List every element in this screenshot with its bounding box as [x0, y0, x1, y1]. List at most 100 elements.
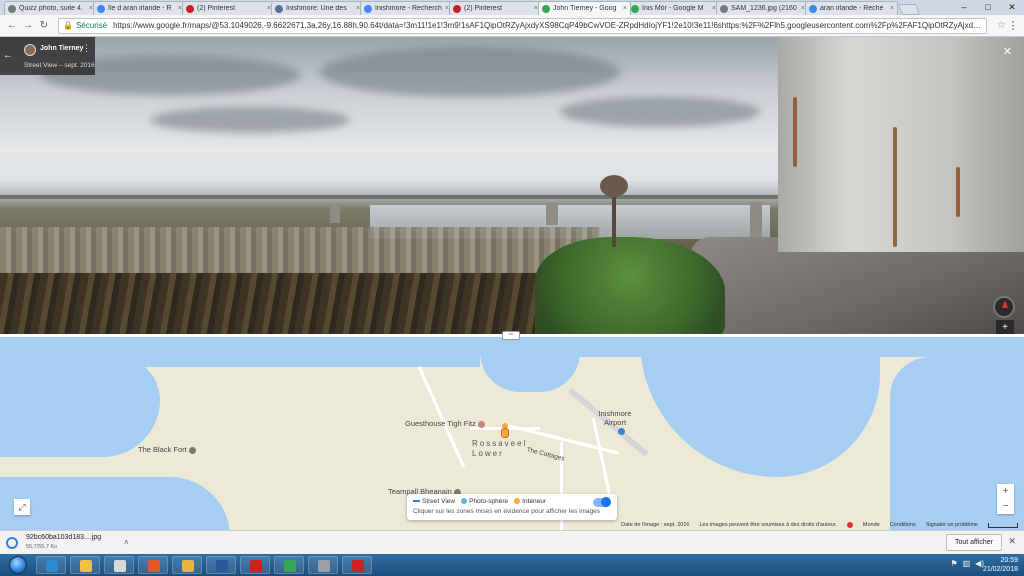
clock[interactable]: 20:59 21/02/2018	[983, 556, 1018, 574]
image-date: Date de l'image : sept. 2016	[621, 522, 690, 528]
photosphere-dot-icon	[461, 498, 468, 505]
avatar[interactable]	[24, 44, 36, 56]
stone-marker	[330, 205, 340, 223]
chevron-up-icon[interactable]: ˄	[124, 538, 129, 547]
download-shelf: 92bc60ba103d183....jpg 55,7/55,7 Ko ˄ To…	[0, 530, 1024, 554]
antivirus-icon	[352, 560, 364, 572]
zoom-out-icon[interactable]: −	[997, 499, 1014, 514]
maximize-button[interactable]: □	[976, 0, 1000, 15]
network-icon[interactable]: ▥	[963, 559, 971, 568]
street-view-panorama[interactable]: ← John Tierney ⋮ Street View – sept. 201…	[0, 37, 1024, 334]
ie-icon	[46, 560, 58, 572]
download-item[interactable]: 92bc60ba103d183....jpg 55,7/55,7 Ko ˄	[6, 533, 129, 553]
notepad-icon	[114, 560, 126, 572]
acrobat-icon	[250, 560, 262, 572]
stone-marker	[750, 202, 762, 238]
resize-handle[interactable]: ═	[502, 331, 520, 340]
close-icon[interactable]: ✕	[1008, 536, 1016, 547]
street-view-line-icon	[413, 500, 420, 503]
tab-9[interactable]: aran irlande - Reche ×	[805, 1, 898, 15]
terms-link[interactable]: Conditions	[890, 522, 916, 528]
favicon-icon	[809, 4, 817, 13]
close-window-button[interactable]: ✕	[1000, 0, 1024, 15]
report-flag-icon[interactable]	[846, 522, 853, 528]
secure-label: Sécurisé	[75, 21, 108, 30]
stone-marker	[546, 203, 558, 225]
favicon-icon	[364, 4, 372, 13]
taskbar-app-acrobat[interactable]	[240, 556, 270, 574]
more-options-icon[interactable]: ⋮	[82, 43, 91, 54]
airport-label[interactable]: Inishmore Airport	[590, 409, 640, 427]
tab-close-icon[interactable]: ×	[623, 5, 627, 12]
taskbar-app-word[interactable]	[206, 556, 236, 574]
pegman-icon[interactable]	[499, 423, 511, 439]
start-button[interactable]	[4, 556, 32, 574]
tab-2[interactable]: (2) Pinterest ×	[182, 1, 275, 15]
tab-title: John Tierney - Goog	[553, 5, 617, 12]
tab-title: Quizz photo, suite 4.	[19, 5, 83, 12]
interior-dot-icon	[514, 498, 521, 505]
forward-arrow-icon[interactable]: →	[20, 20, 36, 31]
explorer-icon	[80, 560, 92, 572]
flag-icon[interactable]: ⚑	[950, 559, 957, 568]
favicon-icon	[542, 4, 550, 13]
taskbar-app-folder[interactable]	[172, 556, 202, 574]
taskbar-app-explorer[interactable]	[70, 556, 100, 574]
taskbar-app-media[interactable]	[138, 556, 168, 574]
tab-title: Inishmore: Une des	[286, 5, 347, 12]
favicon-icon	[186, 4, 194, 13]
url-input[interactable]: 🔒 Sécurisé https://www.google.fr/maps/@5…	[58, 17, 988, 34]
street-view-layer-toggle[interactable]	[593, 497, 611, 507]
author-name[interactable]: John Tierney	[40, 45, 83, 52]
map-label-black-fort[interactable]: The Black Fort	[138, 445, 196, 454]
layer-hint: Cliquer sur les zones mises en évidence …	[413, 508, 601, 515]
tab-4[interactable]: Inishmore - Recherch ×	[360, 1, 453, 15]
road	[417, 366, 466, 468]
word-icon	[216, 560, 228, 572]
back-arrow-icon[interactable]: ←	[4, 20, 20, 31]
show-all-downloads-button[interactable]: Tout afficher	[945, 534, 1002, 551]
cloud	[560, 97, 760, 127]
landmark-icon	[188, 446, 196, 454]
tab-6[interactable]: John Tierney - Goog ×	[538, 1, 631, 15]
map-label-guesthouse[interactable]: Guesthouse Tigh Fitz	[405, 419, 485, 428]
favicon-icon	[97, 4, 105, 13]
tab-1[interactable]: île d aran irlande - R ×	[93, 1, 186, 15]
tab-5[interactable]: (2) Pinterest ×	[449, 1, 542, 15]
tab-close-icon[interactable]: ×	[890, 5, 894, 12]
close-icon[interactable]: ✕	[1003, 45, 1012, 58]
report-link[interactable]: Signaler un problème	[926, 522, 978, 528]
taskbar-app-antivirus[interactable]	[342, 556, 372, 574]
tab-3[interactable]: Inishmore: Une des ×	[271, 1, 364, 15]
town-label: Rossaveel Lower	[472, 439, 528, 458]
zoom-in-icon[interactable]: +	[996, 320, 1014, 334]
expand-map-icon[interactable]: ⤢	[14, 499, 30, 515]
taskbar-app-disk[interactable]	[308, 556, 338, 574]
tab-0[interactable]: Quizz photo, suite 4. ×	[4, 1, 97, 15]
windows-logo-icon	[9, 556, 27, 574]
far-shoreline	[0, 195, 780, 199]
reload-icon[interactable]: ↻	[36, 20, 52, 31]
taskbar-app-ie[interactable]	[36, 556, 66, 574]
favicon-icon	[453, 4, 461, 13]
airport-icon[interactable]	[618, 428, 625, 435]
tab-title: (2) Pinterest	[197, 5, 236, 12]
bookmark-star-icon[interactable]: ☆	[997, 20, 1006, 31]
tab-8[interactable]: SAM_1236.jpg (2160 ×	[716, 1, 809, 15]
tab-list: Quizz photo, suite 4. × île d aran irlande…	[4, 1, 898, 15]
back-arrow-icon[interactable]: ←	[0, 37, 16, 75]
street-view-layer-card: Street View Photo-sphère Intérieur Cliqu…	[407, 494, 617, 520]
map-zoom-control: + −	[997, 484, 1014, 514]
taskbar-app-notepad[interactable]	[104, 556, 134, 574]
compass-icon[interactable]	[993, 296, 1015, 318]
scale-bar[interactable]	[988, 522, 1018, 528]
new-tab-button[interactable]	[897, 4, 921, 15]
favicon-icon	[631, 4, 639, 13]
browser-menu-icon[interactable]: ⋮	[1006, 19, 1020, 32]
world-link[interactable]: Monde	[863, 522, 880, 528]
taskbar-app-chrome[interactable]	[274, 556, 304, 574]
minimize-button[interactable]: –	[952, 0, 976, 15]
system-tray: ⚑ ▥ ◀)	[950, 559, 984, 568]
zoom-in-icon[interactable]: +	[997, 484, 1014, 499]
tab-7[interactable]: Inis Mór - Google M ×	[627, 1, 720, 15]
